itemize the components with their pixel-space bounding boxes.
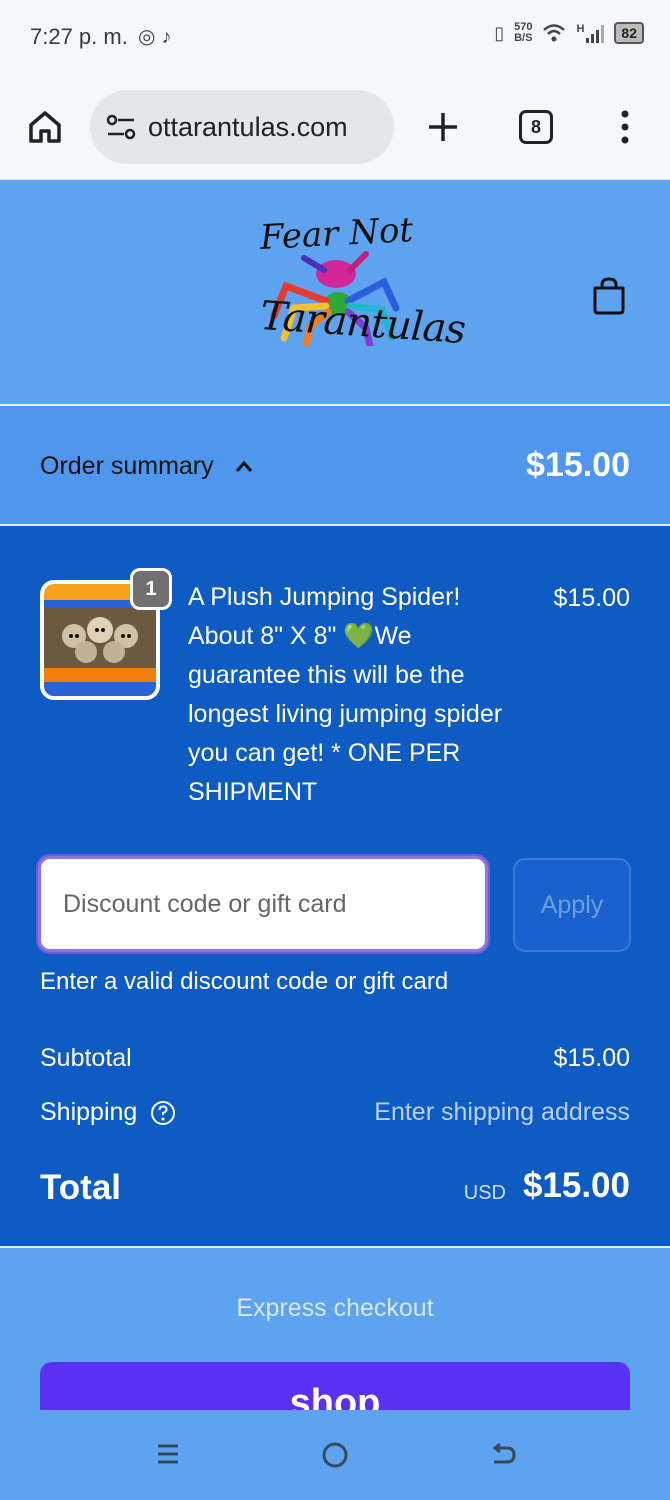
quantity-badge: 1 (130, 568, 172, 610)
home-circle-icon[interactable] (320, 1440, 350, 1470)
signal-icon: H (576, 23, 605, 43)
net-speed: 570 B/S (514, 22, 532, 44)
chevron-up-icon[interactable] (234, 458, 254, 474)
back-icon[interactable] (488, 1440, 518, 1470)
total-currency: USD (463, 1182, 506, 1204)
more-menu-icon[interactable] (608, 108, 642, 146)
order-summary-toggle[interactable]: Order summary $15.00 (0, 406, 670, 526)
tab-switcher-icon[interactable]: 8 (519, 110, 553, 144)
whatsapp-icon: ◎ (138, 26, 162, 48)
browser-toolbar: ottarantulas.com 8 (0, 78, 670, 180)
wifi-icon (543, 24, 566, 42)
store-logo[interactable]: Fear Not Tarantulas (250, 210, 467, 374)
help-circle-icon[interactable] (150, 1100, 176, 1126)
system-nav-bar (0, 1410, 670, 1500)
order-summary-label[interactable]: Order summary (40, 452, 214, 481)
shop-pay-label[interactable]: shop (40, 1382, 630, 1410)
home-icon[interactable] (26, 108, 64, 146)
recent-apps-icon[interactable] (154, 1440, 182, 1468)
logo-line-1: Fear Not (259, 210, 415, 258)
subtotal-label: Subtotal (40, 1044, 132, 1072)
tiktok-icon: ♪ (161, 26, 178, 48)
summary-total: $15.00 (526, 446, 630, 484)
status-system-icons: ▯ 570 B/S H 82 (494, 22, 644, 44)
battery-icon: 82 (614, 22, 644, 44)
discount-code-input[interactable] (38, 856, 488, 952)
address-bar[interactable]: ottarantulas.com (90, 90, 394, 164)
order-details: 1 A Plush Jumping Spider! About 8" X 8" … (0, 526, 670, 1248)
apply-discount-button[interactable]: Apply (513, 858, 631, 952)
site-settings-icon[interactable] (104, 110, 138, 144)
discount-error-message: Enter a valid discount code or gift card (40, 968, 449, 995)
store-header: Fear Not Tarantulas (0, 180, 670, 406)
express-checkout-label: Express checkout (236, 1294, 434, 1322)
net-speed-unit: B/S (514, 32, 533, 44)
product-title: A Plush Jumping Spider! About 8" X 8" 💚W… (188, 583, 503, 806)
new-tab-icon[interactable] (424, 108, 462, 146)
total-label: Total (40, 1168, 122, 1207)
shipping-value: Enter shipping address (374, 1098, 630, 1126)
status-app-icons: ◎♪ (138, 24, 177, 49)
product-price: $15.00 (553, 584, 630, 612)
status-bar: 7:27 p. m. ◎♪ ▯ 570 B/S H 82 (0, 0, 670, 78)
status-time: 7:27 p. m. (30, 24, 128, 49)
total-value: $15.00 (522, 1166, 630, 1205)
shipping-label: Shipping (40, 1098, 138, 1126)
url-text[interactable]: ottarantulas.com (148, 112, 380, 143)
subtotal-value: $15.00 (553, 1044, 630, 1072)
signal-label: H (576, 23, 585, 35)
vibrate-icon: ▯ (494, 22, 505, 43)
shop-pay-button[interactable]: shop (40, 1362, 630, 1410)
shopping-bag-icon[interactable] (590, 276, 628, 316)
